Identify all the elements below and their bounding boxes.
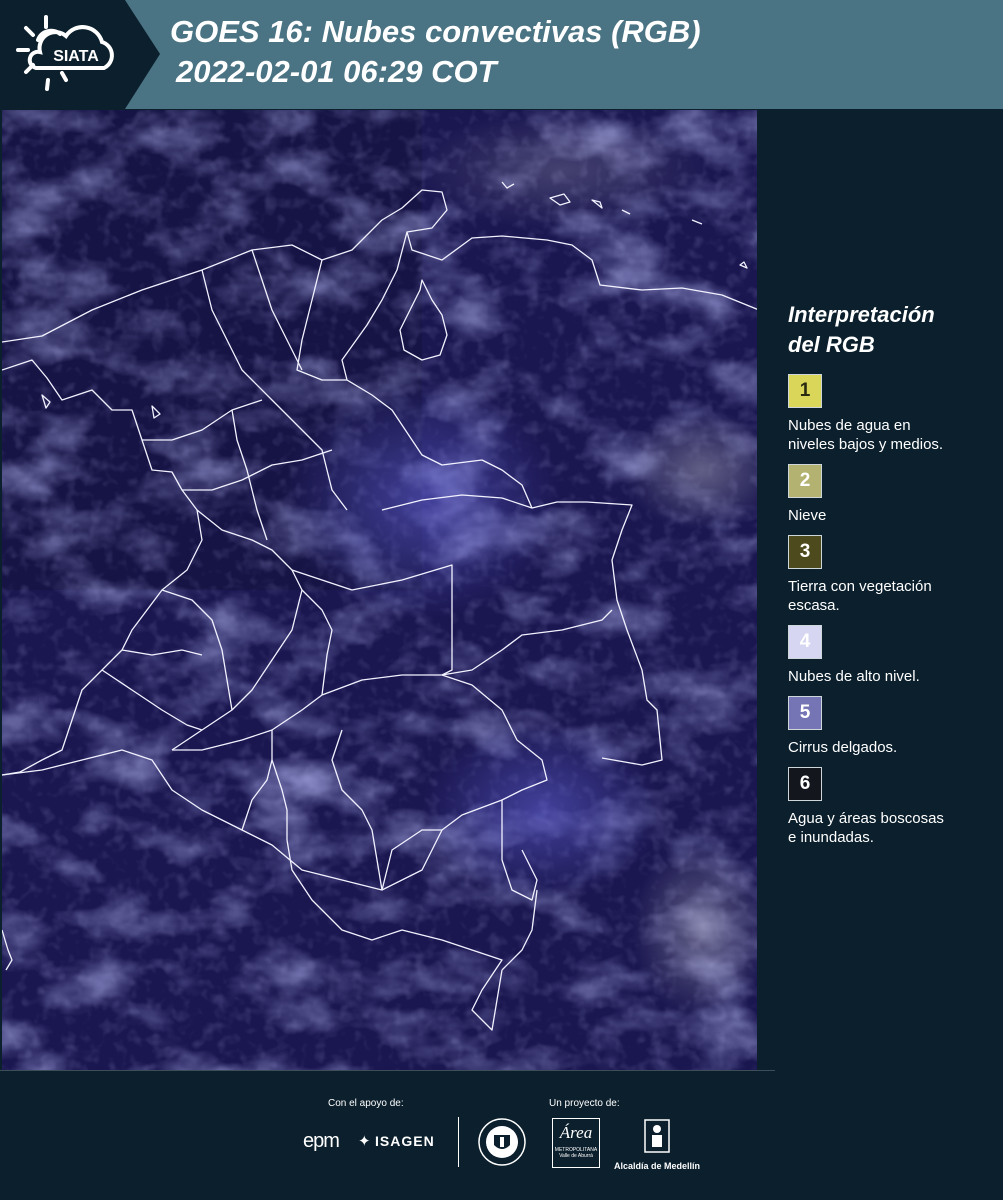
alcaldia-logo: Alcaldía de Medellín: [613, 1118, 701, 1171]
siata-logo: SIATA: [0, 0, 160, 109]
legend: Interpretación del RGB 1 Nubes de agua e…: [788, 300, 998, 857]
legend-label: Agua y áreas boscosas e inundadas.: [788, 810, 944, 846]
area-metropolitana-logo: Área METROPOLITANA Valle de Aburrá: [552, 1118, 600, 1168]
header-bar: SIATA GOES 16: Nubes convectivas (RGB) 2…: [0, 0, 1003, 109]
isagen-logo: ✦ ISAGEN: [358, 1133, 435, 1150]
legend-swatch: 1: [788, 374, 822, 408]
satellite-map: [2, 110, 759, 1070]
legend-item: 1 Nubes de agua en niveles bajos y medio…: [788, 374, 998, 454]
footer-divider: [0, 1070, 775, 1071]
project-caption: Un proyecto de:: [549, 1098, 620, 1109]
legend-item: 2 Nieve: [788, 464, 998, 525]
support-caption: Con el apoyo de:: [328, 1098, 404, 1109]
legend-item: 5 Cirrus delgados.: [788, 696, 998, 757]
legend-swatch: 5: [788, 696, 822, 730]
legend-label: Nieve: [788, 507, 827, 524]
medellin-seal-logo: [477, 1117, 527, 1172]
legend-title: Interpretación del RGB: [788, 302, 935, 357]
page-timestamp: 2022-02-01 06:29 COT: [176, 54, 497, 89]
legend-label: Tierra con vegetación escasa.: [788, 578, 932, 614]
legend-item: 6 Agua y áreas boscosas e inundadas.: [788, 767, 998, 847]
isagen-mark-icon: ✦: [358, 1133, 371, 1150]
legend-label: Nubes de alto nivel.: [788, 668, 920, 685]
legend-label: Nubes de agua en niveles bajos y medios.: [788, 417, 944, 453]
legend-swatch: 3: [788, 535, 822, 569]
siata-cloud-sun-icon: SIATA: [16, 15, 114, 91]
legend-label: Cirrus delgados.: [788, 739, 898, 756]
footer: Con el apoyo de: Un proyecto de: epm ✦ I…: [0, 1070, 1003, 1200]
coat-of-arms-icon: [644, 1119, 670, 1153]
legend-swatch: 4: [788, 625, 822, 659]
seal-icon: [478, 1118, 526, 1166]
svg-text:SIATA: SIATA: [53, 48, 99, 65]
legend-swatch: 2: [788, 464, 822, 498]
legend-item: 4 Nubes de alto nivel.: [788, 625, 998, 686]
epm-logo: epm: [303, 1130, 340, 1152]
legend-item: 3 Tierra con vegetación escasa.: [788, 535, 998, 615]
legend-swatch: 6: [788, 767, 822, 801]
satellite-image: [2, 110, 759, 1070]
footer-separator: [458, 1117, 459, 1167]
page-title: GOES 16: Nubes convectivas (RGB): [170, 14, 701, 49]
